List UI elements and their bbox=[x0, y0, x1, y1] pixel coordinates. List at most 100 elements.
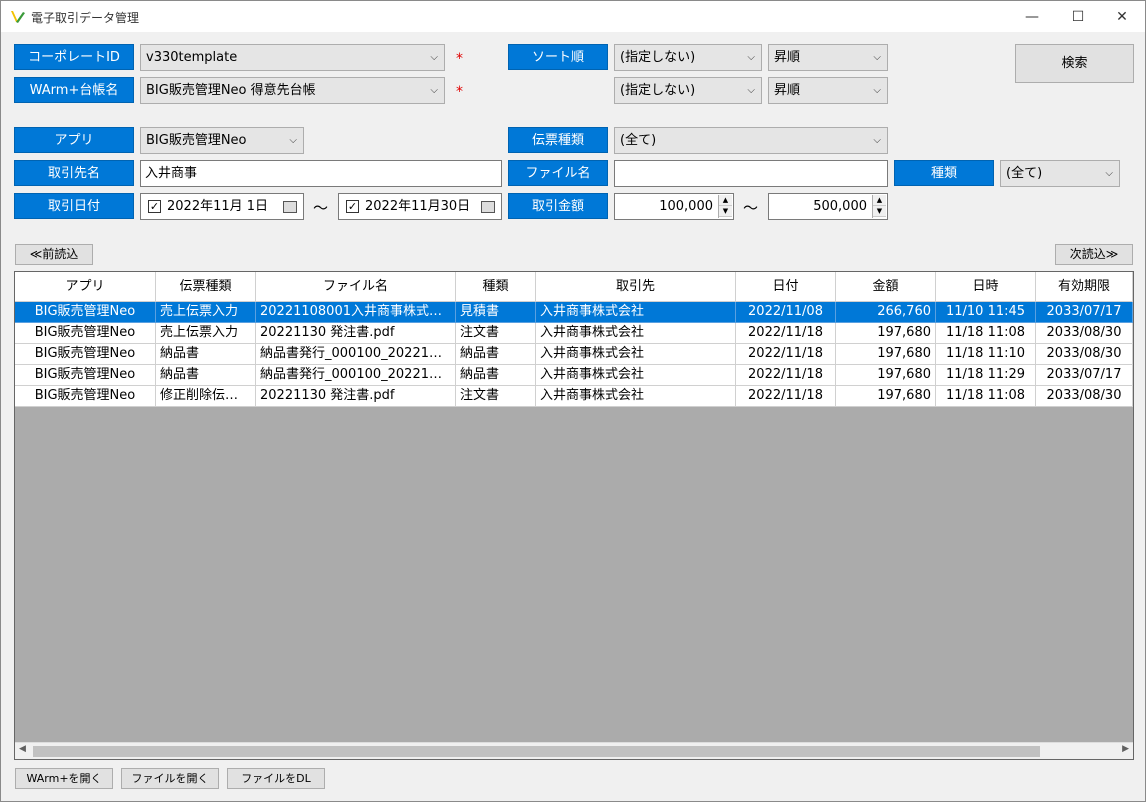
table-cell: 2022/11/18 bbox=[736, 323, 836, 344]
date-to-checkbox[interactable]: ✓ bbox=[346, 200, 359, 213]
column-header[interactable]: 有効期限 bbox=[1036, 272, 1133, 302]
spin-up-icon[interactable]: ▲ bbox=[873, 195, 886, 206]
close-icon: ✕ bbox=[1116, 8, 1128, 25]
column-header[interactable]: 伝票種類 bbox=[156, 272, 256, 302]
sort2-order-value: 昇順 bbox=[774, 83, 801, 98]
sort2-field-value: (指定しない) bbox=[620, 83, 696, 98]
amount-to-spinner[interactable]: ▲ ▼ bbox=[872, 195, 886, 218]
warm-ledger-label: WArm+台帳名 bbox=[14, 77, 134, 103]
amount-to-input[interactable]: 500,000 ▲ ▼ bbox=[768, 193, 888, 220]
table-cell: 266,760 bbox=[836, 302, 936, 323]
maximize-button[interactable]: ☐ bbox=[1055, 1, 1101, 32]
chevron-down-icon: ⌵ bbox=[430, 85, 438, 96]
minimize-button[interactable]: — bbox=[1009, 1, 1055, 32]
next-page-button[interactable]: 次読込≫ bbox=[1055, 244, 1133, 265]
spin-up-icon[interactable]: ▲ bbox=[719, 195, 732, 206]
chevron-down-icon: ⌵ bbox=[430, 52, 438, 63]
sort1-order-select[interactable]: 昇順 ⌵ bbox=[768, 44, 888, 71]
spin-down-icon[interactable]: ▼ bbox=[873, 206, 886, 217]
sort1-field-value: (指定しない) bbox=[620, 50, 696, 65]
table-row[interactable]: BIG販売管理Neo 納品書 納品書発行_000100_20221… 納品書 入井商事株… bbox=[15, 344, 1133, 365]
corporate-id-label: コーポレートID bbox=[14, 44, 134, 70]
table-cell: 見積書 bbox=[456, 302, 536, 323]
search-button[interactable]: 検索 bbox=[1015, 44, 1134, 83]
table-row[interactable]: BIG販売管理Neo 修正削除伝… 20221130 発注書.pdf 注文書 入井商事株… bbox=[15, 386, 1133, 407]
sort1-field-select[interactable]: (指定しない) ⌵ bbox=[614, 44, 762, 71]
sort2-field-select[interactable]: (指定しない) ⌵ bbox=[614, 77, 762, 104]
column-header[interactable]: 日付 bbox=[736, 272, 836, 302]
results-grid[interactable]: アプリ 伝票種類 ファイル名 種類 取引先 日付 金額 日時 有効期限 BIG販売管理Neo 売上… bbox=[14, 271, 1134, 760]
table-row[interactable]: BIG販売管理Neo 売上伝票入力 20221130 発注書.pdf 注文書 入井商事株… bbox=[15, 323, 1133, 344]
column-header[interactable]: ファイル名 bbox=[256, 272, 456, 302]
table-cell: 20221130 発注書.pdf bbox=[256, 386, 456, 407]
date-to-value: 2022年11月30日 bbox=[365, 199, 471, 214]
minimize-icon: — bbox=[1025, 8, 1039, 25]
table-cell: 11/10 11:45 bbox=[936, 302, 1036, 323]
column-header[interactable]: 取引先 bbox=[536, 272, 736, 302]
app-select[interactable]: BIG販売管理Neo ⌵ bbox=[140, 127, 304, 154]
spin-down-icon[interactable]: ▼ bbox=[719, 206, 732, 217]
slip-type-value: (全て) bbox=[620, 133, 657, 148]
scrollbar-thumb[interactable] bbox=[33, 746, 1040, 757]
open-warm-button[interactable]: WArm+を開く bbox=[15, 768, 113, 789]
table-cell: 11/18 11:10 bbox=[936, 344, 1036, 365]
partner-label: 取引先名 bbox=[14, 160, 134, 186]
column-header[interactable]: 日時 bbox=[936, 272, 1036, 302]
calendar-icon[interactable] bbox=[481, 201, 495, 213]
table-cell: 納品書 bbox=[156, 344, 256, 365]
window-title: 電子取引データ管理 bbox=[31, 11, 140, 25]
slip-type-select[interactable]: (全て) ⌵ bbox=[614, 127, 888, 154]
corporate-id-value: v330template bbox=[146, 50, 238, 65]
date-to-picker[interactable]: ✓ 2022年11月30日 bbox=[338, 193, 502, 220]
table-row[interactable]: BIG販売管理Neo 納品書 納品書発行_000100_20221… 納品書 入井商事株… bbox=[15, 365, 1133, 386]
chevron-down-icon: ⌵ bbox=[747, 52, 755, 63]
amount-from-spinner[interactable]: ▲ ▼ bbox=[718, 195, 732, 218]
required-mark: * bbox=[456, 84, 463, 100]
partner-input[interactable]: 入井商事 bbox=[140, 160, 502, 187]
table-cell: 197,680 bbox=[836, 386, 936, 407]
scroll-left-icon[interactable]: ◀ bbox=[19, 744, 26, 754]
app-label: アプリ bbox=[14, 127, 134, 153]
chevron-down-icon: ⌵ bbox=[873, 85, 881, 96]
amount-range-separator: ～ bbox=[743, 199, 759, 217]
close-button[interactable]: ✕ bbox=[1099, 1, 1145, 32]
table-cell: 2033/08/30 bbox=[1036, 344, 1133, 365]
kind-value: (全て) bbox=[1006, 166, 1043, 181]
table-cell: 197,680 bbox=[836, 365, 936, 386]
calendar-icon[interactable] bbox=[283, 201, 297, 213]
table-cell: 納品書発行_000100_20221… bbox=[256, 365, 456, 386]
grid-header: アプリ 伝票種類 ファイル名 種類 取引先 日付 金額 日時 有効期限 bbox=[15, 272, 1133, 302]
app-value: BIG販売管理Neo bbox=[146, 133, 247, 148]
filename-input[interactable] bbox=[614, 160, 888, 187]
table-cell: 2033/08/30 bbox=[1036, 386, 1133, 407]
column-header[interactable]: 種類 bbox=[456, 272, 536, 302]
kind-select[interactable]: (全て) ⌵ bbox=[1000, 160, 1120, 187]
column-header[interactable]: アプリ bbox=[15, 272, 156, 302]
table-cell: 197,680 bbox=[836, 323, 936, 344]
date-label: 取引日付 bbox=[14, 193, 134, 219]
table-cell: BIG販売管理Neo bbox=[15, 323, 156, 344]
date-from-checkbox[interactable]: ✓ bbox=[148, 200, 161, 213]
table-row[interactable]: BIG販売管理Neo 売上伝票入力 20221108001入井商事株式… 見積書 入井商… bbox=[15, 302, 1133, 323]
column-header[interactable]: 金額 bbox=[836, 272, 936, 302]
scroll-right-icon[interactable]: ▶ bbox=[1122, 744, 1129, 754]
table-cell: 20221130 発注書.pdf bbox=[256, 323, 456, 344]
warm-ledger-select[interactable]: BIG販売管理Neo 得意先台帳 ⌵ bbox=[140, 77, 445, 104]
table-cell: BIG販売管理Neo bbox=[15, 344, 156, 365]
horizontal-scrollbar[interactable]: ◀ ▶ bbox=[15, 742, 1133, 759]
chevron-down-icon: ⌵ bbox=[1105, 168, 1113, 179]
table-cell: 11/18 11:08 bbox=[936, 323, 1036, 344]
table-cell: BIG販売管理Neo bbox=[15, 386, 156, 407]
download-file-button[interactable]: ファイルをDL bbox=[227, 768, 325, 789]
chevron-down-icon: ⌵ bbox=[289, 135, 297, 146]
prev-page-button[interactable]: ≪前読込 bbox=[15, 244, 93, 265]
date-from-picker[interactable]: ✓ 2022年11月 1日 bbox=[140, 193, 304, 220]
open-file-button[interactable]: ファイルを開く bbox=[121, 768, 219, 789]
amount-from-input[interactable]: 100,000 ▲ ▼ bbox=[614, 193, 734, 220]
filename-label: ファイル名 bbox=[508, 160, 608, 186]
corporate-id-select[interactable]: v330template ⌵ bbox=[140, 44, 445, 71]
table-cell: 納品書発行_000100_20221… bbox=[256, 344, 456, 365]
chevron-down-icon: ⌵ bbox=[747, 85, 755, 96]
table-cell: 11/18 11:29 bbox=[936, 365, 1036, 386]
sort2-order-select[interactable]: 昇順 ⌵ bbox=[768, 77, 888, 104]
